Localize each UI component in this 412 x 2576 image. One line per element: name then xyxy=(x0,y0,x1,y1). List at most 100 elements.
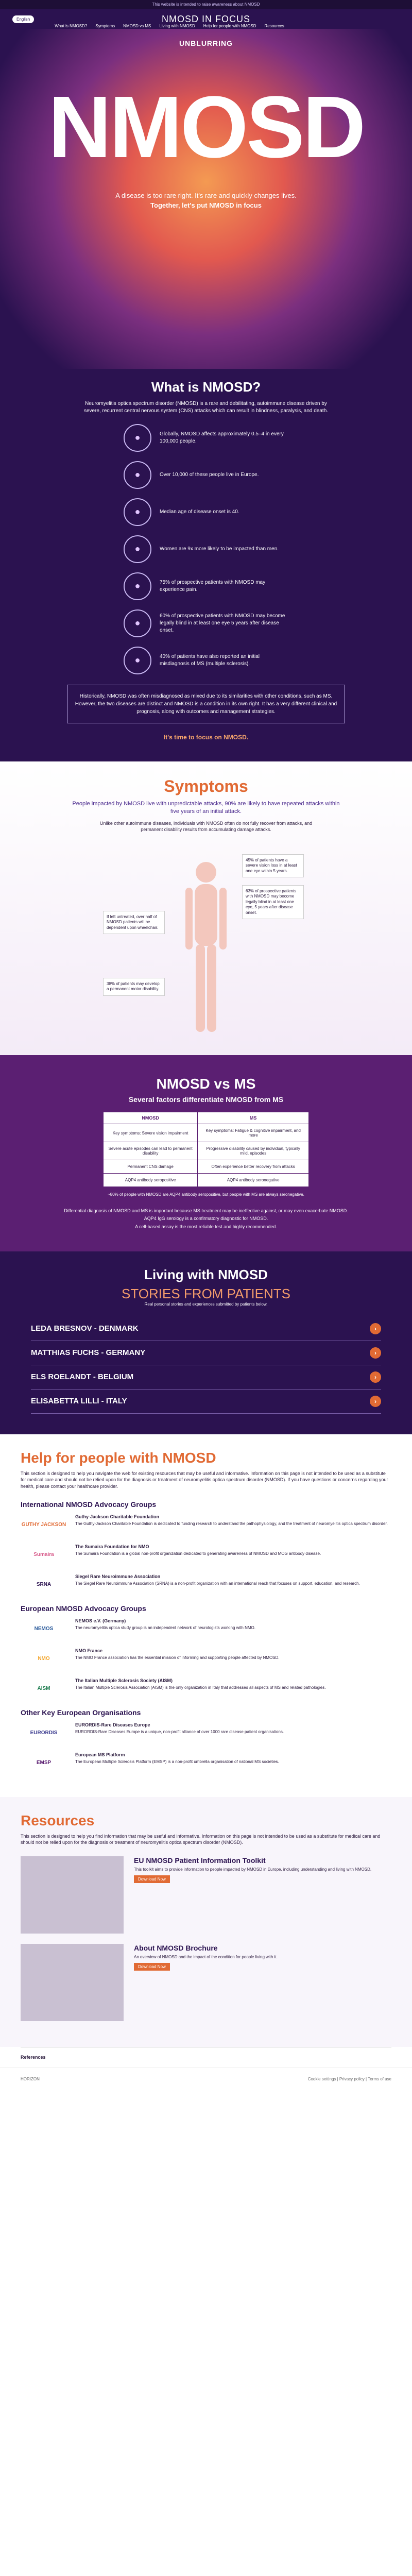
org-text: NMO France The NMO France association has… xyxy=(75,1648,280,1670)
org-item: SRNA Siegel Rare Neuroimmune Association T… xyxy=(21,1573,391,1596)
table-cell: Key symptoms: Severe vision impairment xyxy=(102,1124,198,1142)
org-desc: The Guthy-Jackson Charitable Foundation … xyxy=(75,1521,388,1527)
org-item: NEMOS NEMOS e.V. (Germany) The neuromyelit… xyxy=(21,1618,391,1640)
fact-item: ● 60% of prospective patients with NMOSD … xyxy=(124,609,288,637)
table-row: Severe acute episodes can lead to perman… xyxy=(102,1142,309,1160)
symptom-callout: 45% of patients have a severe vision los… xyxy=(242,854,304,878)
nav-link[interactable]: NMOSD vs MS xyxy=(123,24,151,28)
org-name[interactable]: NEMOS e.V. (Germany) xyxy=(75,1618,255,1624)
globe-icon: ● xyxy=(124,424,151,452)
section-title: What is NMOSD? xyxy=(151,379,261,395)
resource-title: EU NMOSD Patient Information Toolkit xyxy=(134,1856,266,1865)
chevron-right-icon[interactable]: › xyxy=(370,1347,381,1359)
section-sub: STORIES FROM PATIENTS xyxy=(122,1285,290,1301)
table-row: Permanent CNS damage Often experience bet… xyxy=(102,1160,309,1174)
section-intro: This section is designed to help you nav… xyxy=(21,1470,388,1489)
resource-desc: This toolkit aims to provide information… xyxy=(134,1867,372,1872)
section-lead: Neuromyelitis optica spectrum disorder (… xyxy=(83,401,329,414)
body-figure xyxy=(185,862,227,1032)
misdiagnosis-box: Historically, NMOSD was often misdiagnos… xyxy=(67,685,345,723)
section-title: Resources xyxy=(21,1812,95,1828)
table-cell: Key symptoms: Fatigue & cognitive impair… xyxy=(197,1124,309,1142)
section-title: NMOSD vs MS xyxy=(156,1076,256,1092)
org-logo[interactable]: NMO xyxy=(21,1648,67,1670)
fact-text: Globally, NMOSD affects approximately 0.… xyxy=(160,431,284,444)
hero-tagline: A disease is too rare right. It's rare a… xyxy=(115,192,297,199)
org-item: AISM The Italian Multiple Sclerosis Socie… xyxy=(21,1677,391,1700)
language-select[interactable]: English xyxy=(12,15,35,23)
org-text: The Italian Multiple Sclerosis Society (… xyxy=(75,1677,325,1700)
fact-item: ● Women are 9x more likely to be impacted… xyxy=(124,535,288,563)
org-groups: International NMOSD Advocacy Groups GUTHY… xyxy=(21,1500,391,1774)
table-cell: AQP4 antibody seronegative xyxy=(197,1173,309,1187)
diagnosis-facts: Differential diagnosis of NMOSD and MS i… xyxy=(0,1207,412,1231)
navbar: English NMOSD IN FOCUS What is NMOSD? Sy… xyxy=(0,9,412,29)
org-item: EMSP European MS Platform The European Mul… xyxy=(21,1752,391,1774)
section-sub: Several factors differentiate NMOSD from… xyxy=(128,1095,284,1104)
chevron-right-icon[interactable]: › xyxy=(370,1371,381,1383)
org-logo[interactable]: SRNA xyxy=(21,1573,67,1596)
section-title: Symptoms xyxy=(164,777,248,795)
org-name[interactable]: The Sumaira Foundation for NMO xyxy=(75,1544,321,1550)
story-item[interactable]: ELS ROELANDT - BELGIUM › xyxy=(31,1365,381,1389)
europe-icon: ● xyxy=(124,461,151,489)
misdiagnosis-icon: ● xyxy=(124,647,151,674)
pain-icon: ● xyxy=(124,572,151,600)
nav-link[interactable]: Symptoms xyxy=(95,24,115,28)
org-desc: The neuromyelitis optica study group is … xyxy=(75,1625,255,1631)
org-desc: The European Multiple Sclerosis Platform… xyxy=(75,1759,279,1765)
hero-tagline-bold: Together, let's put NMOSD in focus xyxy=(150,201,262,209)
section-text: Unlike other autoimmune diseases, indivi… xyxy=(99,820,313,833)
story-item[interactable]: ELISABETTA LILLI - ITALY › xyxy=(31,1389,381,1414)
nav-link[interactable]: Resources xyxy=(264,24,284,28)
hero-title: NMOSD xyxy=(48,78,366,176)
org-text: Guthy-Jackson Charitable Foundation The G… xyxy=(75,1514,388,1536)
references-toggle[interactable]: References xyxy=(21,2046,391,2067)
brand-logo[interactable]: NMOSD IN FOCUS xyxy=(162,14,250,25)
download-button[interactable]: Download Now xyxy=(134,1963,170,1971)
chevron-right-icon[interactable]: › xyxy=(370,1323,381,1334)
eye-icon: ● xyxy=(124,609,151,637)
org-logo[interactable]: GUTHY JACKSON xyxy=(21,1514,67,1536)
org-item: NMO NMO France The NMO France association … xyxy=(21,1648,391,1670)
footer-logo: HORIZON xyxy=(21,2076,40,2081)
org-item: Sumaira The Sumaira Foundation for NMO The… xyxy=(21,1544,391,1566)
table-row: Key symptoms: Severe vision impairment Ke… xyxy=(102,1124,309,1142)
fact-item: ● 40% of patients have also reported an i… xyxy=(124,647,288,674)
resources-section: Resources This section is designed to he… xyxy=(0,1797,412,2047)
resource-desc: An overview of NMOSD and the impact of t… xyxy=(134,1954,278,1959)
chevron-right-icon[interactable]: › xyxy=(370,1395,381,1407)
org-logo[interactable]: AISM xyxy=(21,1677,67,1700)
fact-text: 75% of prospective patients with NMOSD m… xyxy=(160,580,266,592)
story-item[interactable]: MATTHIAS FUCHS - GERMANY › xyxy=(31,1341,381,1365)
resource-image xyxy=(21,1943,124,2021)
org-logo[interactable]: Sumaira xyxy=(21,1544,67,1566)
section-title: Help for people with NMOSD xyxy=(21,1449,216,1466)
org-desc: The Siegel Rare Neuroimmune Association … xyxy=(75,1581,360,1586)
hero: UNBLURRING NMOSD A disease is too rare r… xyxy=(0,29,412,369)
org-logo[interactable]: EURORDIS xyxy=(21,1722,67,1744)
age-icon: ● xyxy=(124,498,151,526)
org-desc: The NMO France association has the essen… xyxy=(75,1655,280,1660)
org-desc: The Italian Multiple Sclerosis Associati… xyxy=(75,1685,326,1690)
org-name[interactable]: Siegel Rare Neuroimmune Association xyxy=(75,1573,360,1580)
what-is-section: What is NMOSD? Neuromyelitis optica spec… xyxy=(0,369,412,761)
org-logo[interactable]: EMSP xyxy=(21,1752,67,1774)
org-name[interactable]: Guthy-Jackson Charitable Foundation xyxy=(75,1514,388,1520)
story-item[interactable]: LEDA BRESNOV - DENMARK › xyxy=(31,1317,381,1341)
org-name[interactable]: EURORDIS-Rare Diseases Europe xyxy=(75,1722,284,1728)
org-name[interactable]: NMO France xyxy=(75,1648,280,1654)
nav-link[interactable]: What is NMOSD? xyxy=(55,24,87,28)
org-name[interactable]: European MS Platform xyxy=(75,1752,279,1758)
story-name: LEDA BRESNOV - DENMARK xyxy=(31,1324,139,1333)
resource-list: EU NMOSD Patient Information Toolkit This… xyxy=(21,1856,391,2021)
org-logo[interactable]: NEMOS xyxy=(21,1618,67,1640)
footer-links[interactable]: Cookie settings | Privacy policy | Terms… xyxy=(308,2077,391,2081)
fact-item: ● 75% of prospective patients with NMOSD … xyxy=(124,572,288,600)
symptom-callout: 63% of prospective patients with NMOSD m… xyxy=(242,885,304,919)
org-name[interactable]: The Italian Multiple Sclerosis Society (… xyxy=(75,1677,325,1684)
symptom-callout: If left untreated, over half of NMOSD pa… xyxy=(103,911,165,935)
download-button[interactable]: Download Now xyxy=(134,1875,170,1884)
section-intro: This section is designed to help you fin… xyxy=(21,1833,381,1845)
story-name: ELS ROELANDT - BELGIUM xyxy=(31,1372,134,1382)
